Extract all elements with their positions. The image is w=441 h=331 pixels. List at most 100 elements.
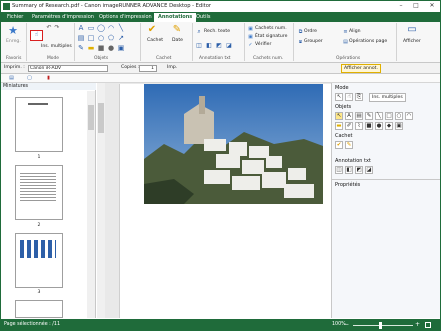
highlighter-icon[interactable]: ▬: [87, 44, 95, 52]
annot-txt-tool-2[interactable]: ◧: [345, 166, 353, 174]
filled-circle-tool-icon[interactable]: ●: [375, 122, 383, 130]
annot-tool-icon-4[interactable]: ◪: [225, 42, 233, 50]
afficher-annot-button[interactable]: Afficher annot.: [341, 64, 381, 73]
scrollbar-thumb[interactable]: [88, 105, 94, 130]
undo-icon[interactable]: ↶: [45, 24, 53, 32]
textbox-tool-icon[interactable]: ▤: [355, 112, 363, 120]
thumb-view-icon[interactable]: ▤: [8, 74, 15, 82]
annot-tool-icon-2[interactable]: ◧: [205, 42, 213, 50]
rectangle-icon[interactable]: ▭: [87, 24, 95, 32]
delete-icon[interactable]: ▮: [45, 74, 52, 82]
thumbnail-text: [28, 103, 48, 105]
image-object-icon[interactable]: ▣: [117, 44, 125, 52]
tab-outils[interactable]: Outils: [192, 13, 214, 22]
polyline-tool-icon[interactable]: ⌇: [355, 122, 363, 130]
page-thumbnail-4[interactable]: [15, 300, 63, 318]
page-number: 2: [37, 223, 41, 228]
search-text-icon[interactable]: ⌕: [195, 28, 203, 36]
ellipse-tool-icon[interactable]: ○: [395, 112, 403, 120]
cachets-num-button[interactable]: Cachets num.: [255, 26, 287, 31]
filled-rect-tool-icon[interactable]: ■: [365, 122, 373, 130]
tab-options-impression[interactable]: Options d'impression: [95, 13, 156, 22]
select-mode-icon[interactable]: ↖: [335, 93, 343, 101]
ordre-button[interactable]: Ordre: [304, 29, 317, 34]
status-bar: Page sélectionnée : /11 − 100% +: [1, 319, 440, 330]
comment-icon[interactable]: ▢: [26, 74, 33, 82]
copies-input[interactable]: 1: [139, 65, 157, 72]
hand-mode-icon[interactable]: ☝: [345, 93, 353, 101]
shape-tool-icon[interactable]: ◆: [385, 122, 393, 130]
printer-select[interactable]: Canon iR-ADV: [28, 65, 108, 72]
arrow-tool-icon[interactable]: ↖: [335, 112, 343, 120]
arc-icon[interactable]: ◠: [107, 24, 115, 32]
circle-icon[interactable]: ○: [97, 34, 105, 42]
align-button[interactable]: Align: [349, 29, 361, 34]
ellipse-icon[interactable]: ◯: [97, 24, 105, 32]
verify-icon[interactable]: ✓: [247, 41, 254, 49]
filled-rect-icon[interactable]: ■: [97, 44, 105, 52]
text-object-icon[interactable]: A: [77, 24, 85, 32]
zoom-in-button[interactable]: +: [415, 321, 420, 328]
close-button[interactable]: ✕: [425, 1, 439, 11]
star-icon[interactable]: ★: [7, 25, 19, 37]
operations-page-button[interactable]: Opérations page: [349, 39, 387, 44]
zoom-slider-thumb[interactable]: [379, 322, 382, 329]
textbox-icon[interactable]: ▤: [77, 34, 85, 42]
annot-tool-icon-3[interactable]: ◩: [215, 42, 223, 50]
rect-tool-icon[interactable]: □: [385, 112, 393, 120]
enreg-label[interactable]: Enreg.: [6, 39, 21, 44]
date-button[interactable]: Date: [172, 38, 183, 43]
redo-icon[interactable]: ↷: [53, 24, 61, 32]
page-ops-icon: ▤: [343, 39, 348, 45]
village-photo[interactable]: [144, 84, 323, 204]
imp-button[interactable]: Imp.: [167, 65, 177, 70]
fit-page-icon[interactable]: [425, 322, 431, 328]
arc-tool-icon[interactable]: ◠: [405, 112, 413, 120]
page-thumbnail-1[interactable]: [15, 97, 63, 152]
afficher-button[interactable]: Afficher: [403, 39, 421, 44]
brush-tool-icon[interactable]: ✐: [345, 122, 353, 130]
page-number: 3: [37, 290, 41, 295]
arrow-icon[interactable]: ↗: [117, 34, 125, 42]
zoom-slider[interactable]: [353, 325, 413, 326]
display-icon[interactable]: ▭: [405, 24, 419, 36]
etat-signature-button[interactable]: État signature: [255, 34, 287, 39]
minimize-button[interactable]: –: [394, 1, 408, 11]
tab-fichier[interactable]: Fichier: [3, 13, 27, 22]
polygon-icon[interactable]: ⬠: [107, 34, 115, 42]
annot-txt-tool-3[interactable]: ◩: [355, 166, 363, 174]
stamp-icon[interactable]: ✔: [146, 24, 158, 36]
line-icon[interactable]: ╲: [117, 24, 125, 32]
ins-multiples-right-button[interactable]: Ins. multiples: [369, 93, 406, 102]
annot-tool-icon-1[interactable]: ◫: [195, 42, 203, 50]
annot-txt-tool-1[interactable]: ◫: [335, 166, 343, 174]
stamp-tool-icon[interactable]: ✔: [335, 141, 343, 149]
date-stamp-icon[interactable]: ✎: [171, 24, 183, 36]
pen-icon[interactable]: ✎: [77, 44, 85, 52]
text-tool-icon[interactable]: A: [345, 112, 353, 120]
verifier-button[interactable]: Vérifier: [255, 42, 271, 47]
line-tool-icon[interactable]: ╲: [375, 112, 383, 120]
pen-tool-icon[interactable]: ✎: [365, 112, 373, 120]
signature-status-icon[interactable]: ▣: [247, 33, 254, 41]
tab-parametres-impression[interactable]: Paramètres d'impression: [28, 13, 98, 22]
tab-annotations[interactable]: Annotations: [154, 13, 197, 22]
highlight-tool-icon[interactable]: ▬: [335, 122, 343, 130]
ribbon-panel: ★ Enreg. Favoris ☝ ↶ ↷ Ins. multiples Mo…: [1, 22, 440, 63]
hand-icon[interactable]: ☝: [31, 31, 42, 39]
cachet-button[interactable]: Cachet: [147, 38, 163, 43]
maximize-button[interactable]: □: [409, 1, 423, 11]
ins-multiples-button[interactable]: Ins. multiples: [41, 44, 72, 49]
window-title: Summary of Research.pdf - Canon imageRUN…: [12, 3, 212, 9]
square-icon[interactable]: □: [87, 34, 95, 42]
rech-texte-button[interactable]: Rech. texte: [204, 29, 230, 34]
digital-stamp-icon[interactable]: ▣: [247, 25, 254, 33]
image-tool-icon[interactable]: ▣: [395, 122, 403, 130]
doc-scroll-thumb[interactable]: [98, 103, 104, 133]
annot-txt-tool-4[interactable]: ◪: [365, 166, 373, 174]
grouper-button[interactable]: Grouper: [304, 39, 323, 44]
date-stamp-tool-icon[interactable]: ✎: [345, 141, 353, 149]
properties-pane: Mode ↖ ☝ ⎘ Ins. multiples Objets ↖ A ▤ ✎…: [331, 83, 440, 318]
copy-mode-icon[interactable]: ⎘: [355, 93, 363, 101]
filled-circle-icon[interactable]: ●: [107, 44, 115, 52]
